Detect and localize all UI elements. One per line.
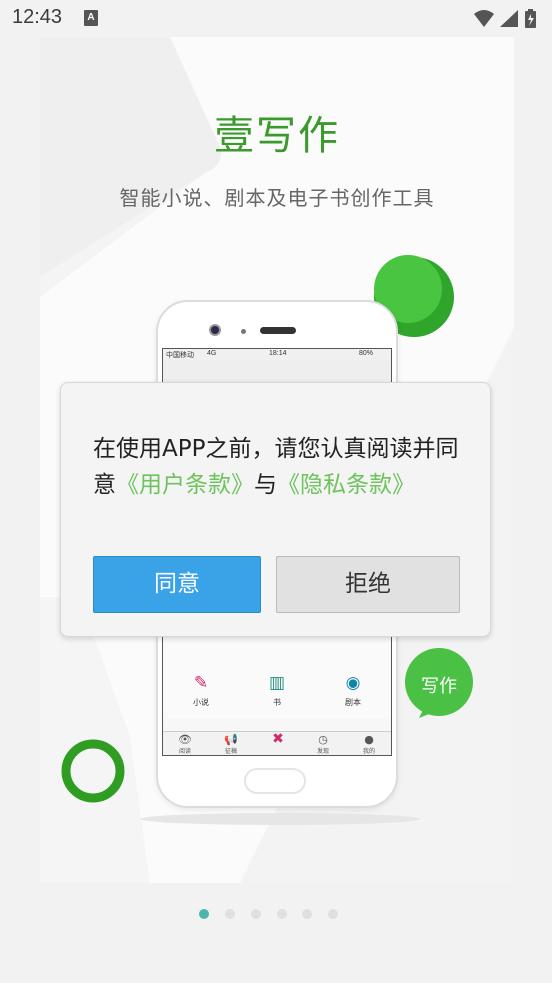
terms-link[interactable]: 《用户条款》 [116, 472, 254, 498]
app-title: 壹写作 [214, 113, 340, 159]
category-book: ▥ 书 [247, 673, 307, 708]
megaphone-icon: 📢 [224, 733, 238, 746]
page-dot[interactable] [199, 909, 209, 919]
page-dot[interactable] [251, 909, 261, 919]
page-indicator [0, 906, 552, 922]
brush-icon: ✎ [193, 673, 209, 693]
sensor-dot [241, 329, 246, 334]
notification-a-icon: A [84, 10, 98, 26]
category-label: 剧本 [345, 698, 361, 707]
agree-button[interactable]: 同意 [93, 556, 261, 613]
wifi-icon [474, 10, 494, 27]
phone-battery: 80% [359, 350, 374, 357]
phone-tab-read: 👁 阅读 [165, 733, 205, 755]
phone-status-bar: 中国移动 4G 18:14 80% [163, 349, 391, 361]
film-reel-icon: ◉ [345, 673, 361, 693]
page-dot[interactable] [225, 909, 235, 919]
signal-icon [500, 10, 518, 27]
phone-search-bar [163, 361, 391, 383]
consent-dialog: 在使用APP之前，请您认真阅读并同意《用户条款》与《隐私条款》 同意 拒绝 [60, 382, 491, 637]
write-bubble-label: 写作 [421, 676, 457, 697]
eye-icon: 👁 [178, 733, 192, 746]
books-icon: ▥ [268, 673, 286, 693]
page-dot[interactable] [302, 909, 312, 919]
phone-network: 4G [207, 350, 217, 357]
app-subtitle: 智能小说、剧本及电子书创作工具 [119, 186, 435, 210]
category-label: 小说 [193, 698, 209, 707]
phone-tab-me: ● 我的 [349, 733, 389, 755]
phone-tab-submit: 📢 征稿 [211, 733, 251, 755]
consent-message: 在使用APP之前，请您认真阅读并同意《用户条款》与《隐私条款》 [93, 431, 465, 503]
system-icons [474, 9, 536, 28]
home-button [244, 768, 306, 794]
reject-button[interactable]: 拒绝 [276, 556, 460, 613]
category-label: 书 [273, 698, 281, 707]
camera-icon [209, 324, 221, 336]
speaker-grille [260, 327, 296, 334]
privacy-link[interactable]: 《隐私条款》 [277, 472, 415, 498]
user-icon: ● [364, 733, 374, 746]
status-time: 12:43 [12, 6, 63, 28]
category-script: ◉ 剧本 [323, 673, 383, 708]
close-circle-icon: ✖ [272, 731, 284, 747]
phone-tab-center: ✖ [258, 731, 298, 747]
status-bar: 12:43 A [0, 0, 552, 37]
page-dot[interactable] [328, 909, 338, 919]
phone-categories: ✎ 小说 ▥ 书 ◉ 剧本 [163, 673, 391, 723]
consent-connector: 与 [254, 472, 277, 498]
phone-tab-bar: 👁 阅读 📢 征稿 ✖ ◷ 发现 ● 我的 [163, 731, 391, 755]
page-dot[interactable] [277, 909, 287, 919]
phone-time: 18:14 [269, 350, 287, 357]
phone-carrier: 中国移动 [166, 352, 194, 359]
phone-tab-discover: ◷ 发现 [303, 733, 343, 755]
category-novel: ✎ 小说 [171, 673, 231, 708]
clock-icon: ◷ [318, 733, 328, 746]
